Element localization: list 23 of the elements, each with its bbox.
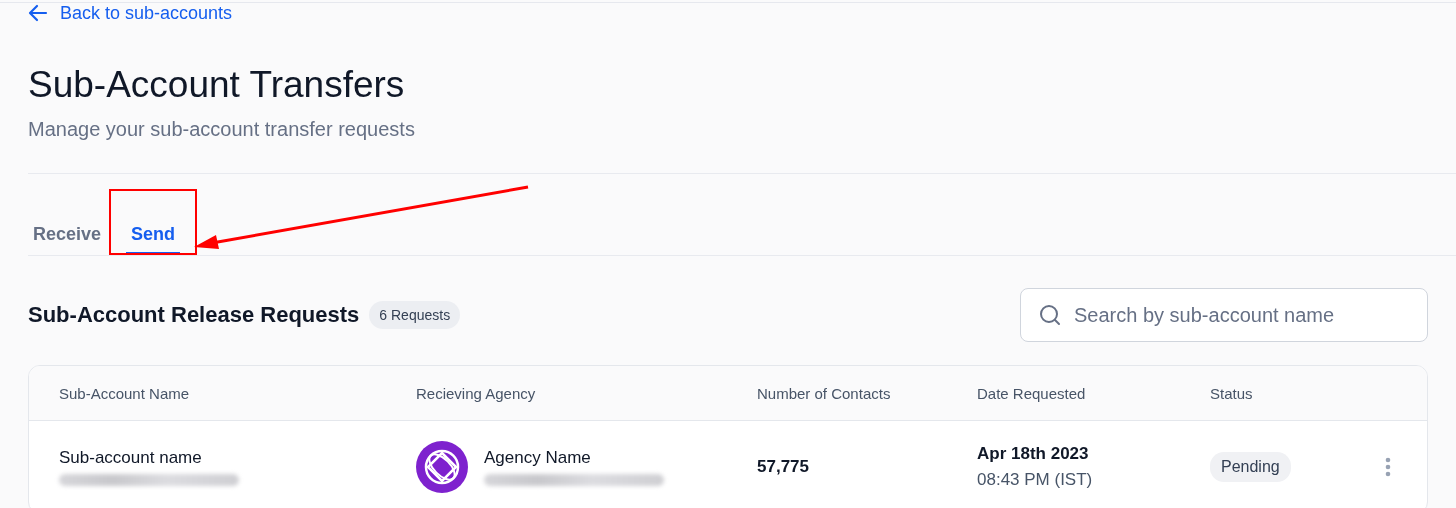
page-subtitle: Manage your sub-account transfer requests (28, 117, 416, 142)
search-field[interactable]: Search by sub-account name (1020, 288, 1428, 342)
section-title: Sub-Account Release Requests (28, 302, 360, 328)
search-icon (1039, 304, 1061, 326)
column-header: Status (1210, 384, 1254, 402)
back-arrow-icon (28, 4, 48, 22)
table-cell-text: Sub-account name (59, 448, 203, 468)
tab[interactable]: Send (126, 207, 181, 255)
agency-logo-icon (416, 441, 468, 493)
table-cell-text: Apr 18th 2023 (977, 444, 1090, 464)
page-title: Sub-Account Transfers (28, 63, 406, 107)
count-badge: 6 Requests (369, 301, 461, 329)
table-cell-text: 08:43 PM (IST) (977, 470, 1094, 490)
back-link[interactable]: Back to sub-accounts (28, 2, 233, 24)
column-header: Sub-Account Name (59, 384, 191, 402)
table-cell-text: Agency Name (484, 448, 592, 468)
column-header: Number of Contacts (757, 384, 892, 402)
table-cell-text: 57,775 (757, 457, 810, 477)
column-header: Date Requested (977, 384, 1087, 402)
more-options-icon[interactable] (1385, 457, 1391, 477)
status-badge: Pending (1210, 452, 1291, 482)
tab[interactable]: Receive (28, 207, 107, 255)
column-header: Recieving Agency (416, 384, 537, 402)
